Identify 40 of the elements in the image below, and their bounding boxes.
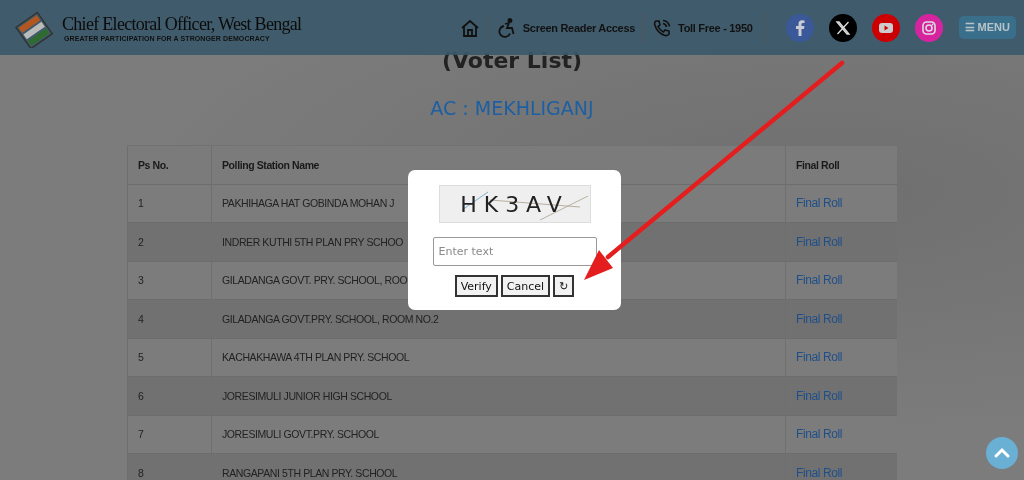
menu-button[interactable]: ☰ MENU xyxy=(958,16,1016,39)
ps-number-cell: 6 xyxy=(127,376,212,415)
ps-number-cell: 1 xyxy=(127,184,212,223)
verify-button[interactable]: Verify xyxy=(454,275,498,297)
constituency-heading: AC : MEKHLIGANJ xyxy=(430,97,594,119)
station-name-cell: JORESIMULI GOVT.PRY. SCHOOL xyxy=(211,415,786,454)
station-name-cell: KACHAKHAWA 4TH PLAN PRY. SCHOOL xyxy=(211,338,786,377)
refresh-button[interactable]: ↻ xyxy=(553,275,575,297)
station-name-cell: JORESIMULI JUNIOR HIGH SCHOOL xyxy=(211,376,786,415)
x-logo-icon[interactable] xyxy=(828,13,857,42)
ps-number-cell: 4 xyxy=(127,299,212,338)
youtube-icon[interactable] xyxy=(871,13,900,42)
facebook-icon[interactable] xyxy=(785,13,814,42)
wheelchair-icon[interactable] xyxy=(496,17,517,38)
cancel-button[interactable]: Cancel xyxy=(500,275,551,297)
column-header: Final Roll xyxy=(785,145,897,184)
home-icon[interactable] xyxy=(459,17,480,38)
station-name-cell: RANGAPANI 5TH PLAN PRY. SCHOOL xyxy=(211,453,786,480)
ps-number-cell: 3 xyxy=(127,261,212,300)
final-roll-link[interactable]: Final Roll xyxy=(796,350,843,365)
ps-number-cell: 7 xyxy=(127,415,212,454)
phone-icon[interactable] xyxy=(652,17,673,38)
final-roll-link[interactable]: Final Roll xyxy=(796,427,843,442)
page-subtitle: (Voter List) xyxy=(441,48,583,73)
ps-number-cell: 8 xyxy=(127,453,212,480)
scroll-top-button[interactable] xyxy=(986,437,1018,469)
site-title: Chief Electoral Officer, West Bengal xyxy=(62,13,302,35)
screen-reader-link[interactable]: Screen Reader Access xyxy=(522,21,636,34)
ps-number-cell: 2 xyxy=(127,222,212,261)
captcha-code: HK3AV xyxy=(460,191,569,217)
final-roll-link[interactable]: Final Roll xyxy=(796,196,843,211)
ps-number-cell: 5 xyxy=(127,338,212,377)
instagram-icon[interactable] xyxy=(914,13,943,42)
column-header: Ps No. xyxy=(127,145,212,184)
final-roll-link[interactable]: Final Roll xyxy=(796,388,843,403)
final-roll-link[interactable]: Final Roll xyxy=(796,311,843,326)
toll-free-link[interactable]: Toll Free - 1950 xyxy=(678,21,753,34)
final-roll-link[interactable]: Final Roll xyxy=(796,234,843,249)
captcha-input[interactable]: Enter text xyxy=(432,237,597,266)
final-roll-link[interactable]: Final Roll xyxy=(796,273,843,288)
